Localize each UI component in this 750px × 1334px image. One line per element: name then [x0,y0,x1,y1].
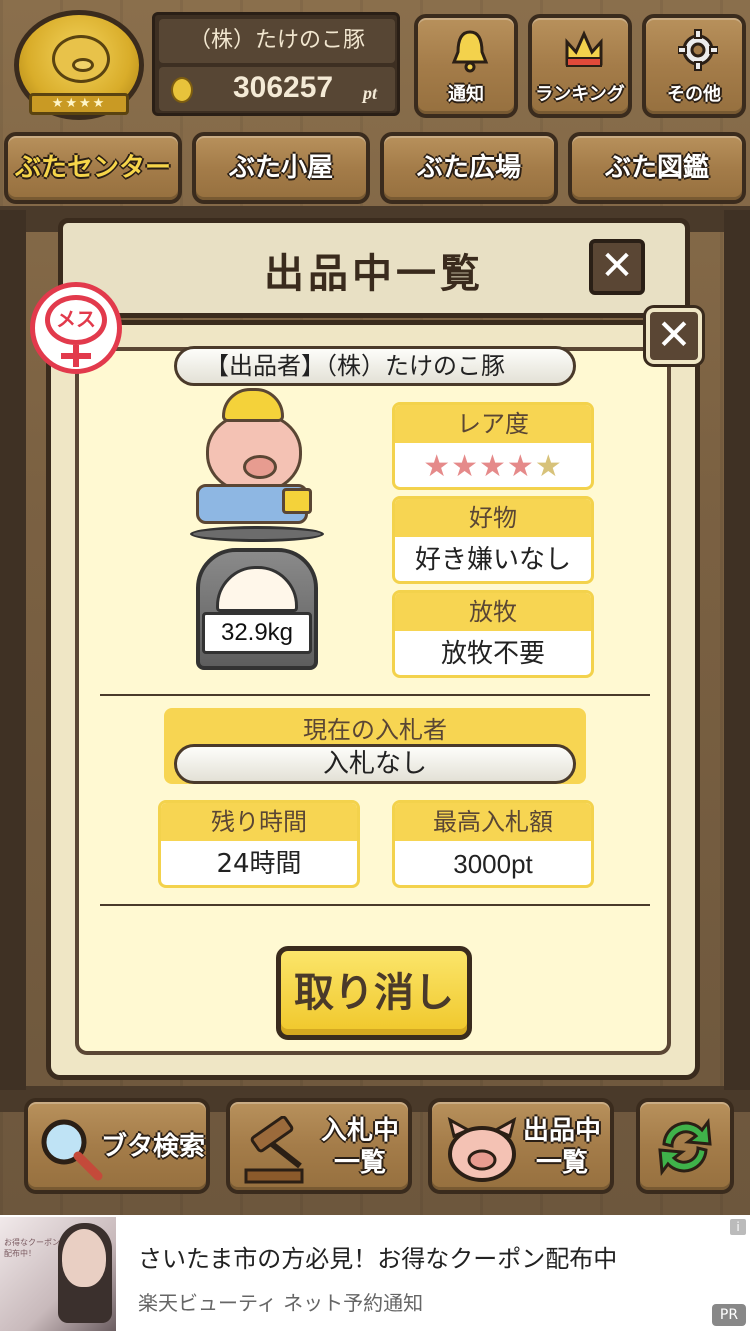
remaining-time-value: 24時間 [216,849,302,879]
user-info-box: （株）たけのこ豚 306257 pt [152,12,400,116]
seller-label: 【出品者】（株）たけのこ豚 [174,346,576,386]
highest-bid-card: 最高入札額 3000pt [392,800,594,888]
listing-list-label-line1: 出品中 [522,1116,601,1146]
rarity-label: レア度 [395,405,591,443]
pig-icon [206,412,302,494]
pig-snout [243,455,277,479]
remaining-time-card: 残り時間 24時間 [158,800,360,888]
ad-pr-badge: PR [712,1304,746,1326]
female-symbol-icon: メス [45,295,107,345]
tab-buta-koya[interactable]: ぶた小屋 [192,132,370,204]
female-badge: メス [30,282,122,374]
rarity-stars: ★★★★★ [395,443,591,487]
cancel-listing-button[interactable]: 取り消し [276,946,472,1040]
divider [100,904,650,906]
divider [100,694,650,696]
tab-buta-hiroba[interactable]: ぶた広場 [380,132,558,204]
ad-info-icon[interactable]: i [730,1219,746,1235]
grazing-card: 放牧 放牧不要 [392,590,594,678]
modal-close-button[interactable]: ✕ [646,308,702,364]
scale-dial [216,566,298,612]
ranking-label: ランキング [535,84,625,105]
pig-hat [222,388,284,422]
magnifier-icon [41,1119,103,1181]
pig-search-label: ブタ検索 [100,1132,205,1162]
ad-thumb-text: お得なクーポン配布中！ [4,1238,60,1258]
points-display: 306257 pt [159,67,395,111]
listing-panel-close-button[interactable]: ✕ [589,239,645,295]
bidding-list-button[interactable]: 入札中 一覧 [226,1098,412,1194]
scale-plate [190,526,324,542]
settings-label: その他 [667,84,721,105]
bidding-list-label-line2: 一覧 [333,1148,386,1178]
current-bidder-card: 現在の入札者 入札なし [164,708,586,784]
rarity-card: レア度 ★★★★★ [392,402,594,490]
player-medal[interactable]: ★★★★ [14,10,144,120]
bell-icon [451,30,489,73]
tab-buta-zukan[interactable]: ぶた図鑑 [568,132,746,204]
gavel-icon [244,1116,304,1184]
crown-icon [565,30,603,67]
ranking-button[interactable]: ランキング [528,14,632,118]
background-post [0,210,26,1090]
gear-icon [678,29,718,71]
ad-title[interactable]: さいたま市の方必見！お得なクーポン配布中 [138,1239,617,1274]
refresh-icon [658,1117,712,1177]
pig-weight: 32.9kg [202,612,312,654]
notification-label: 通知 [448,84,484,105]
favorite-value: 好き嫌いなし [414,545,571,575]
points-unit: pt [363,83,378,103]
ad-banner[interactable]: お得なクーポン配布中！ さいたま市の方必見！お得なクーポン配布中 楽天ビューティ… [0,1215,750,1334]
listing-panel: 出品中一覧 ✕ [58,218,690,318]
points-value: 306257 [233,71,334,104]
highest-bid-value: 3000pt [453,849,533,879]
remaining-time-label: 残り時間 [161,803,357,841]
ad-thumbnail: お得なクーポン配布中！ [0,1217,116,1331]
settings-button[interactable]: その他 [642,14,746,118]
grazing-value: 放牧不要 [440,639,545,669]
listing-list-label-line2: 一覧 [535,1148,588,1178]
pig-bag [282,488,312,514]
pig-snout-icon [72,58,94,72]
pig-medal-icon [52,35,110,83]
grazing-label: 放牧 [395,593,591,631]
rarity-stars-empty: ★ [534,449,563,484]
current-bidder-value: 入札なし [174,744,576,784]
current-bidder-label: 現在の入札者 [303,716,447,744]
notification-button[interactable]: 通知 [414,14,518,118]
female-symbol-cross [61,353,91,359]
rarity-stars-filled: ★★★★ [423,449,535,484]
user-name: （株）たけのこ豚 [159,19,395,63]
background-post [724,210,750,1090]
bidding-list-label-line1: 入札中 [320,1116,399,1146]
favorite-label: 好物 [395,499,591,537]
ad-subtitle: 楽天ビューティ ネット予約通知 [138,1291,424,1315]
listing-list-button[interactable]: 出品中 一覧 [428,1098,614,1194]
highest-bid-label: 最高入札額 [395,803,591,841]
favorite-card: 好物 好き嫌いなし [392,496,594,584]
tab-buta-center[interactable]: ぶたセンター [4,132,182,204]
pig-face-icon [447,1117,517,1182]
refresh-button[interactable] [636,1098,734,1194]
pig-search-button[interactable]: ブタ検索 [24,1098,210,1194]
medal-ribbon: ★★★★ [29,93,129,115]
ad-model-face [62,1229,106,1287]
coin-icon [171,77,193,103]
